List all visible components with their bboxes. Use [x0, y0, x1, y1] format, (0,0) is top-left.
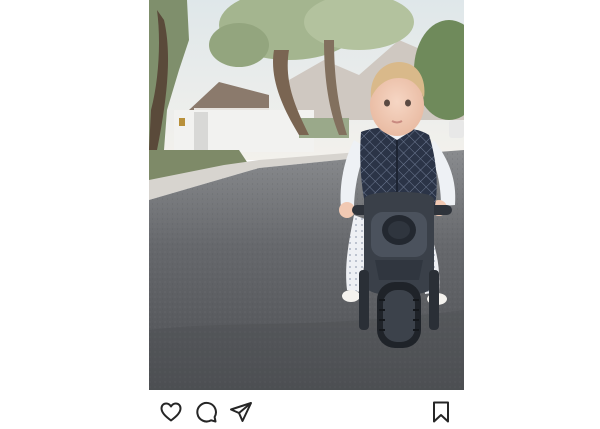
post-card — [149, 0, 464, 429]
shoe-left — [342, 290, 360, 302]
heart-icon[interactable] — [159, 400, 183, 424]
paper-plane-icon[interactable] — [229, 400, 253, 424]
bookmark-icon[interactable] — [429, 400, 453, 424]
post-action-bar — [149, 390, 464, 429]
comment-icon[interactable] — [194, 400, 218, 424]
photo-illustration — [149, 0, 464, 390]
post-photo[interactable] — [149, 0, 464, 390]
